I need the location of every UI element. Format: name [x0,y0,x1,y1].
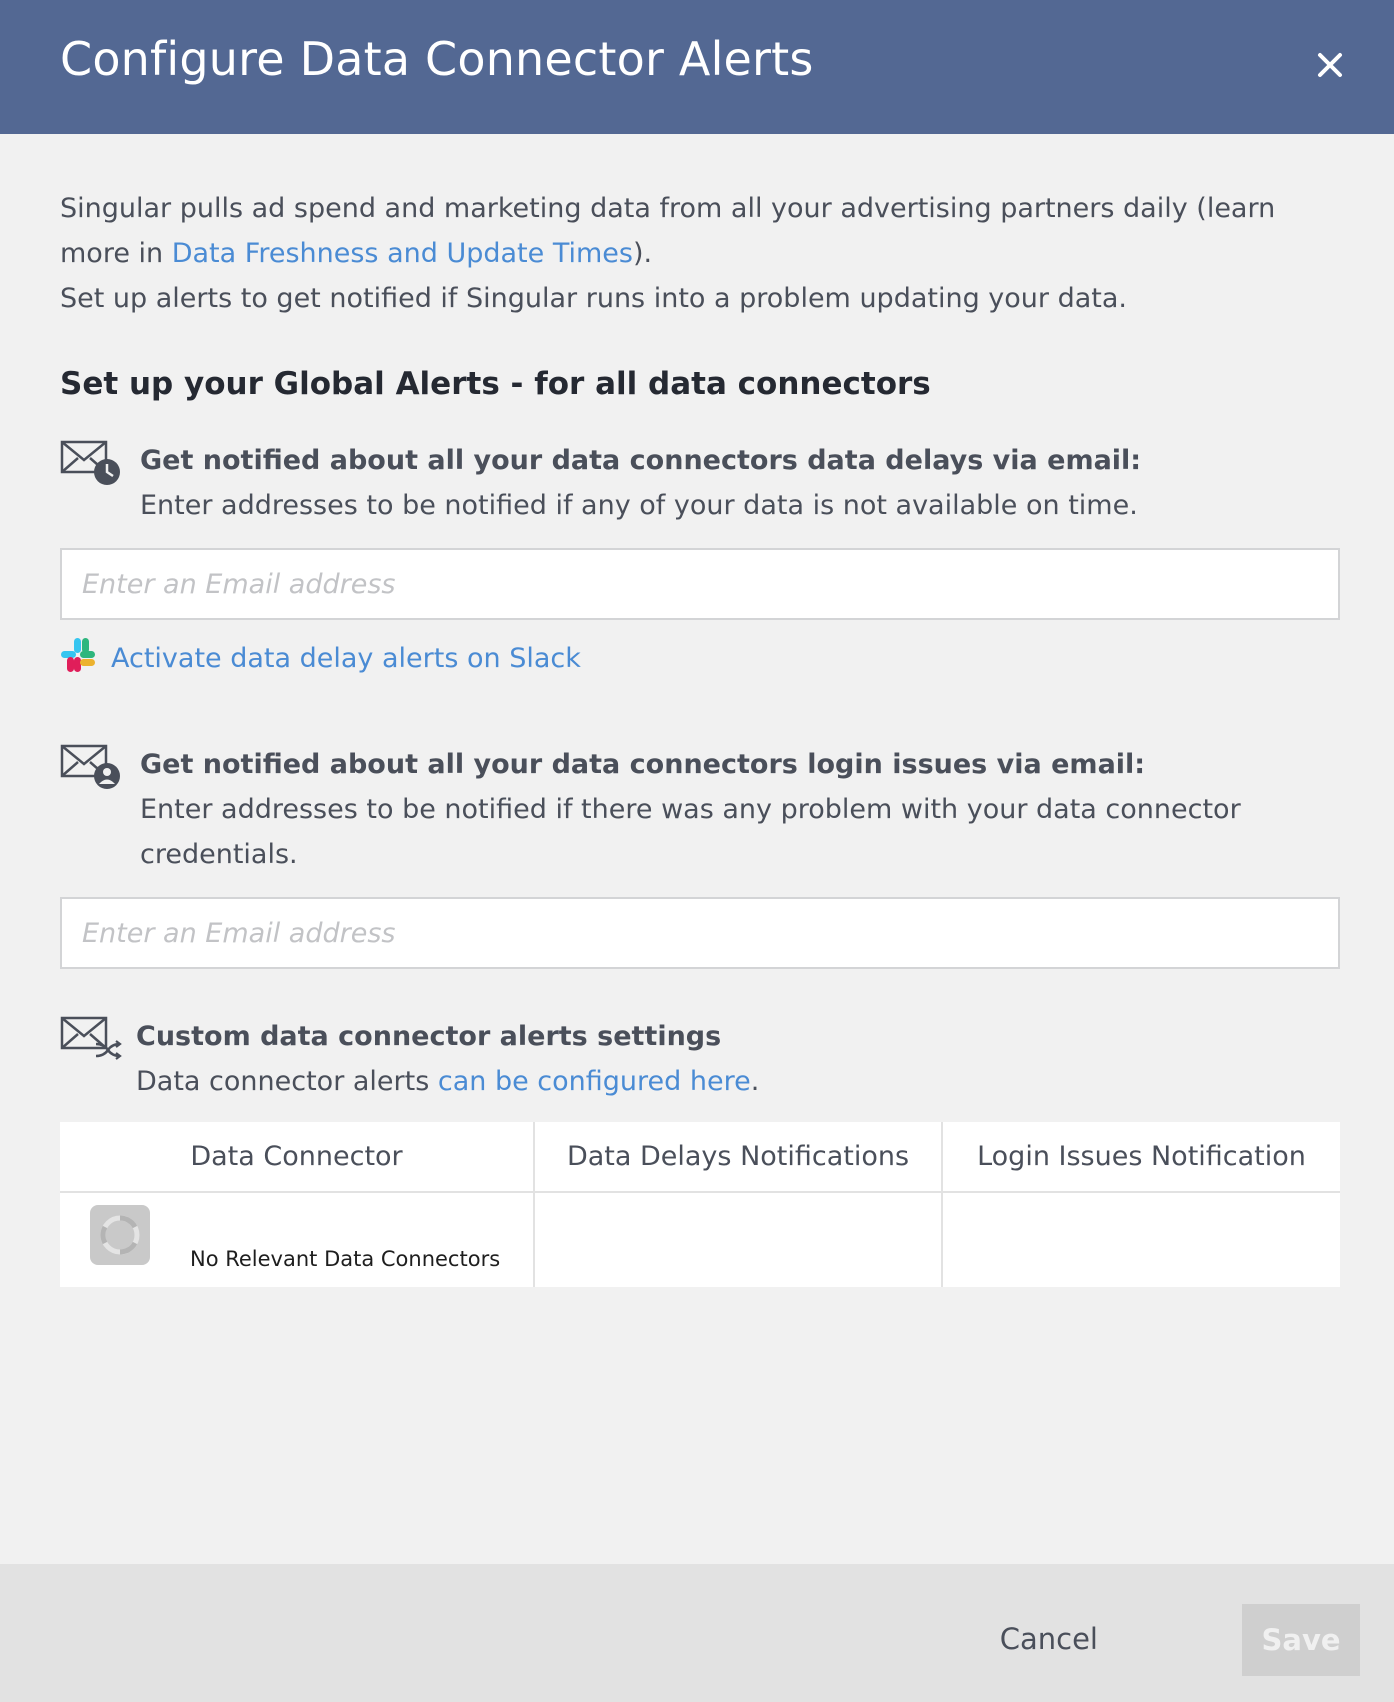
close-icon[interactable] [1310,45,1350,85]
save-button[interactable]: Save [1242,1604,1360,1676]
global-alerts-title: Set up your Global Alerts - for all data… [60,366,931,402]
delays-email-input[interactable] [60,548,1340,620]
delays-description: Enter addresses to be notified if any of… [140,490,1138,521]
custom-alert-block: Custom data connector alerts settings Da… [60,1014,1350,1104]
slack-alert-link[interactable]: Activate data delay alerts on Slack [60,637,581,676]
slack-icon [60,637,111,680]
custom-desc-prefix: Data connector alerts [136,1066,438,1097]
email-user-icon [60,742,124,790]
column-header-login-issues: Login Issues Notification [942,1122,1340,1193]
table-cell [534,1192,943,1287]
configure-here-link[interactable]: can be configured here [438,1066,751,1097]
column-header-data-connector: Data Connector [60,1122,535,1193]
email-clock-icon [60,438,124,486]
modal-header: Configure Data Connector Alerts [0,0,1394,134]
cancel-button[interactable]: Cancel [1000,1622,1098,1656]
custom-desc-suffix: . [750,1066,760,1097]
email-shuffle-icon [60,1014,124,1062]
intro-line2: Set up alerts to get notified if Singula… [60,283,1127,314]
intro-line1-suffix: ). [632,238,653,269]
table-row: No Relevant Data Connectors [60,1192,1340,1287]
login-alert-block: Get notified about all your data connect… [60,742,1350,877]
intro-text: Singular pulls ad spend and marketing da… [60,186,1350,321]
data-freshness-link[interactable]: Data Freshness and Update Times [172,238,633,269]
slack-link-label[interactable]: Activate data delay alerts on Slack [111,643,581,674]
table-cell: No Relevant Data Connectors [60,1192,535,1287]
login-heading: Get notified about all your data connect… [140,749,1146,780]
data-connector-table: Data Connector Data Delays Notifications… [60,1122,1340,1287]
modal-footer: Cancel Save [0,1564,1394,1702]
table-header-row: Data Connector Data Delays Notifications… [60,1122,1340,1193]
custom-heading: Custom data connector alerts settings [136,1021,722,1052]
login-description: Enter addresses to be notified if there … [140,794,1241,870]
delays-heading: Get notified about all your data connect… [140,445,1142,476]
modal-title: Configure Data Connector Alerts [60,32,814,86]
delays-alert-block: Get notified about all your data connect… [60,438,1350,528]
login-email-input[interactable] [60,897,1340,969]
table-cell [942,1192,1340,1287]
no-connectors-text: No Relevant Data Connectors [190,1247,501,1271]
data-connector-placeholder-icon [90,1205,150,1265]
column-header-data-delays: Data Delays Notifications [534,1122,943,1193]
